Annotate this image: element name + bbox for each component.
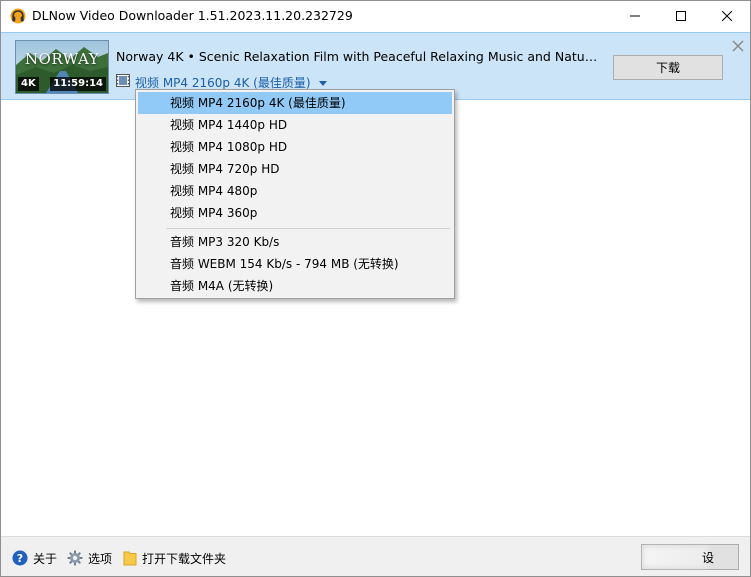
status-bar: ? 关于 选项 打开下载文件夹 设 (1, 536, 750, 576)
minimize-icon (630, 15, 640, 17)
help-icon: ? (12, 550, 28, 566)
format-option[interactable]: 音频 M4A (无转换) (138, 275, 452, 297)
about-label: 关于 (33, 551, 58, 566)
svg-text:?: ? (17, 552, 23, 565)
window-title: DLNow Video Downloader 1.51.2023.11.20.2… (32, 8, 353, 23)
menu-separator (166, 228, 450, 229)
open-folder-label: 打开下载文件夹 (142, 551, 227, 566)
remove-item-icon[interactable] (731, 39, 745, 53)
download-button[interactable]: 下载 (613, 55, 723, 80)
format-option[interactable]: 音频 MP3 320 Kb/s (138, 231, 452, 253)
selected-format-label: 视频 MP4 2160p 4K (最佳质量) (135, 75, 311, 90)
title-bar: DLNow Video Downloader 1.51.2023.11.20.2… (1, 1, 750, 31)
chevron-down-icon (318, 75, 327, 89)
folder-icon (123, 550, 137, 566)
settings-button-label: 设 (701, 550, 714, 565)
format-option[interactable]: 视频 MP4 360p (138, 202, 452, 224)
video-title: Norway 4K • Scenic Relaxation Film with … (116, 49, 601, 64)
close-button[interactable] (704, 1, 750, 31)
format-option[interactable]: 音频 WEBM 154 Kb/s - 794 MB (无转换) (138, 253, 452, 275)
film-icon (116, 74, 130, 90)
duration-badge: 11:59:14 (50, 77, 106, 91)
minimize-button[interactable] (612, 1, 658, 31)
video-thumbnail: NORWAY 4K 11:59:14 (15, 40, 109, 94)
format-dropdown-menu: 视频 MP4 2160p 4K (最佳质量) 视频 MP4 1440p HD 视… (135, 89, 455, 299)
about-link[interactable]: ? 关于 (12, 549, 57, 567)
format-option[interactable]: 视频 MP4 2160p 4K (最佳质量) (138, 92, 452, 114)
options-link[interactable]: 选项 (67, 549, 112, 567)
maximize-icon (676, 11, 686, 21)
options-label: 选项 (88, 551, 113, 566)
open-download-folder-link[interactable]: 打开下载文件夹 (123, 549, 226, 567)
app-logo-icon (10, 8, 26, 24)
resolution-badge: 4K (18, 77, 39, 91)
format-option[interactable]: 视频 MP4 1440p HD (138, 114, 452, 136)
maximize-button[interactable] (658, 1, 704, 31)
format-option[interactable]: 视频 MP4 1080p HD (138, 136, 452, 158)
format-option[interactable]: 视频 MP4 480p (138, 180, 452, 202)
settings-button[interactable]: 设 (641, 544, 739, 570)
format-option[interactable]: 视频 MP4 720p HD (138, 158, 452, 180)
gear-icon (67, 550, 83, 566)
thumbnail-title-text: NORWAY (24, 50, 100, 68)
close-icon (722, 11, 732, 21)
